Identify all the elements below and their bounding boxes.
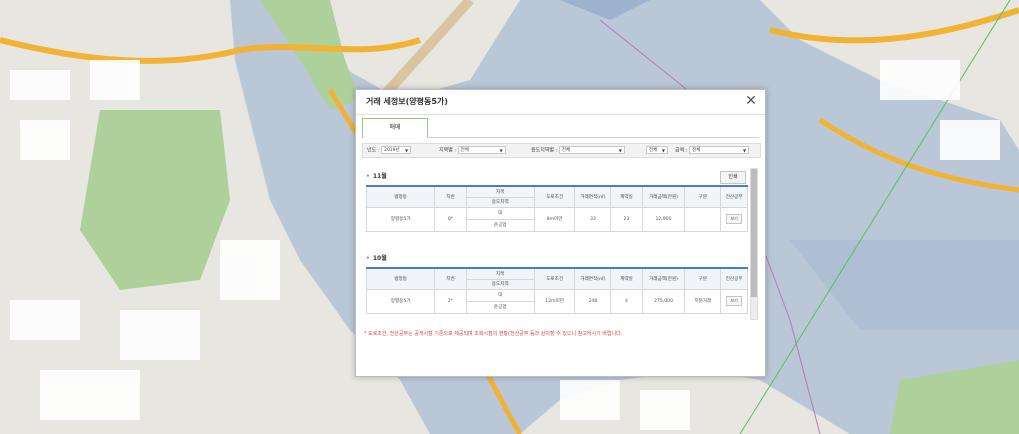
zone-sub-select-value: 전체 xyxy=(649,148,658,153)
col-area: 거래면적(㎡) xyxy=(574,267,612,290)
zone-sub-select[interactable]: 전체 ▼ xyxy=(646,146,668,154)
chevron-down-icon: ▼ xyxy=(405,148,409,153)
zone-select-value: 전체 xyxy=(561,148,571,153)
col-road: 도로조건 xyxy=(533,267,576,290)
filter-zone: 용도지역별 : 전체 ▼ xyxy=(531,146,625,155)
filter-bar: 년도 : 2019년 ▼ 지목별 : 전체 ▼ 용도지역별 : 전체 ▼ 전체 ▼ 금액… xyxy=(362,143,761,158)
transaction-table-november: 법정동 지번 지목 도로조건 거래면적(㎡) 계약일 거래금액(만원) 구분 전… xyxy=(365,185,748,232)
cell-disclosure: 보기 xyxy=(720,206,748,232)
print-button[interactable]: 인쇄 xyxy=(720,171,746,184)
chevron-down-icon: ▼ xyxy=(661,148,665,153)
tab-bar: 매매 xyxy=(362,118,759,138)
cell-road: 12m미만 xyxy=(533,288,576,314)
col-jimok: 지목 xyxy=(465,185,535,198)
col-type: 구분 xyxy=(684,185,722,208)
chevron-down-icon: ▼ xyxy=(618,148,622,153)
transaction-detail-modal: 거래 세정보(양평동5가) ✕ 매매 년도 : 2019년 ▼ 지목별 : 전체 ▼… xyxy=(355,89,766,377)
cell-price: 275,000 xyxy=(641,288,686,314)
col-lot: 지번 xyxy=(434,267,467,290)
view-button[interactable]: 보기 xyxy=(726,296,743,306)
cell-zone: 준공업 xyxy=(465,218,535,232)
col-lot: 지번 xyxy=(434,185,467,208)
col-type: 구분 xyxy=(684,267,722,290)
close-icon[interactable]: ✕ xyxy=(743,92,759,110)
cell-contract-day: 23 xyxy=(610,206,643,232)
col-contract-day: 계약일 xyxy=(610,185,643,208)
col-zone: 용도지역 xyxy=(465,278,535,290)
table-row: 양평동5가 2* 대 12m미만 248 4 275,000 지분거래 보기 xyxy=(365,288,748,314)
chevron-down-icon: ▼ xyxy=(743,148,747,153)
vertical-scrollbar[interactable] xyxy=(750,168,758,320)
modal-header: 거래 세정보(양평동5가) ✕ xyxy=(356,90,765,115)
col-disclosure: 전산공부 xyxy=(720,185,748,208)
filter-jimok-label: 지목별 : xyxy=(439,147,457,154)
cell-road: 8m미만 xyxy=(533,206,576,232)
month-heading: 10월 xyxy=(366,253,387,262)
col-zone: 용도지역 xyxy=(465,196,535,208)
filter-zone-label: 용도지역별 : xyxy=(531,147,558,154)
filter-zone-sub: 전체 ▼ xyxy=(646,146,668,155)
cell-type: 지분거래 xyxy=(684,288,722,314)
cell-contract-day: 4 xyxy=(610,288,643,314)
results-scroll-area[interactable]: 11월 인쇄 법정동 지번 지목 도로조건 거래면적(㎡) 계약일 거래금액(만… xyxy=(362,163,754,329)
col-address: 법정동 xyxy=(365,267,436,290)
cell-lot: 0* xyxy=(434,206,467,232)
view-button[interactable]: 보기 xyxy=(726,214,743,224)
transaction-table-october: 법정동 지번 지목 도로조건 거래면적(㎡) 계약일 거래금액(만원) 구분 전… xyxy=(365,267,748,314)
col-address: 법정동 xyxy=(365,185,436,208)
filter-jimok: 지목별 : 전체 ▼ xyxy=(439,146,506,155)
col-disclosure: 전산공부 xyxy=(720,267,748,290)
col-area: 거래면적(㎡) xyxy=(574,185,612,208)
col-road: 도로조건 xyxy=(533,185,576,208)
scroll-thumb[interactable] xyxy=(751,169,757,297)
chevron-down-icon: ▼ xyxy=(499,148,503,153)
year-select-value: 2019년 xyxy=(384,148,400,153)
cell-address: 양평동5가 xyxy=(365,206,436,232)
month-heading: 11월 xyxy=(366,171,387,180)
filter-year-label: 년도 : xyxy=(367,147,380,154)
zone-select[interactable]: 전체 ▼ xyxy=(558,146,625,154)
cell-jimok: 대 xyxy=(465,206,535,220)
footnote: * 도로조건, 전산공부는 공개시점 기준으로 제공되며 조회시점의 현황(전산… xyxy=(364,331,623,337)
cell-address: 양평동5가 xyxy=(365,288,436,314)
price-select-value: 전체 xyxy=(692,148,701,153)
cell-type xyxy=(684,206,722,232)
year-select[interactable]: 2019년 ▼ xyxy=(381,146,412,154)
cell-area: 248 xyxy=(574,288,612,314)
cell-zone: 준공업 xyxy=(465,300,535,314)
col-price: 거래금액(만원) xyxy=(641,267,686,290)
jimok-select-value: 전체 xyxy=(460,148,469,153)
cell-lot: 2* xyxy=(434,288,467,314)
price-select[interactable]: 전체 ▼ xyxy=(689,146,750,154)
cell-price: 12,900 xyxy=(641,206,686,232)
filter-price-label: 금액 : xyxy=(675,147,688,154)
tab-sale[interactable]: 매매 xyxy=(362,118,428,138)
filter-year: 년도 : 2019년 ▼ xyxy=(367,146,412,155)
cell-jimok: 대 xyxy=(465,288,535,302)
col-price: 거래금액(만원) xyxy=(641,185,686,208)
col-jimok: 지목 xyxy=(465,267,535,280)
modal-title: 거래 세정보(양평동5가) xyxy=(366,97,448,106)
cell-area: 33 xyxy=(574,206,612,232)
jimok-select[interactable]: 전체 ▼ xyxy=(457,146,506,154)
table-row: 양평동5가 0* 대 8m미만 33 23 12,900 보기 xyxy=(365,206,748,232)
cell-disclosure: 보기 xyxy=(720,288,748,314)
col-contract-day: 계약일 xyxy=(610,267,643,290)
filter-price: 금액 : 전체 ▼ xyxy=(675,146,750,155)
